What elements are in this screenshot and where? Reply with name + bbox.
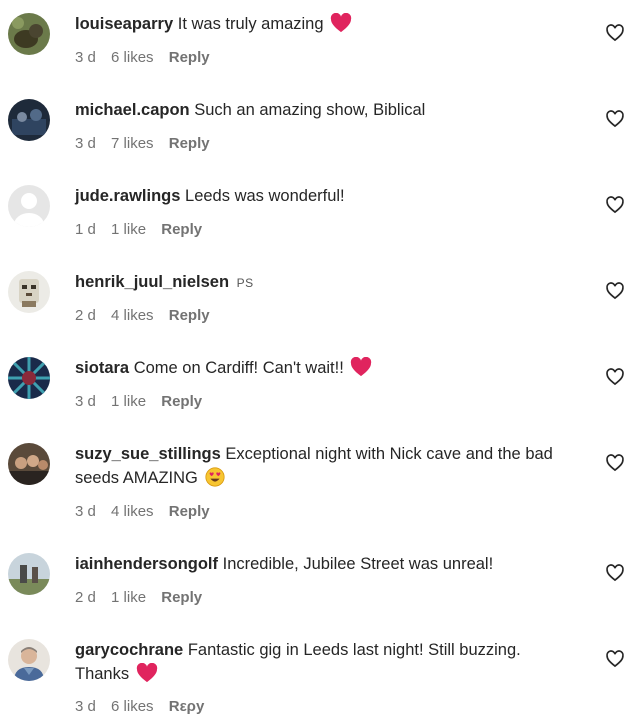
reply-button[interactable]: Reply — [169, 49, 210, 66]
reply-button[interactable]: Reply — [161, 221, 202, 238]
comment-time: 3 d — [75, 393, 96, 410]
comment-username[interactable]: michael.capon — [75, 101, 190, 119]
reply-button[interactable]: Rερy — [169, 698, 205, 715]
comment-meta: 3 d 1 like Reply — [75, 392, 213, 412]
comment-body: suzy_sue_stillings Exceptional night wit… — [75, 442, 575, 490]
comment-meta: 3 d 7 likes Reply — [75, 134, 221, 154]
comment-username[interactable]: siotara — [75, 359, 129, 377]
comment-likes[interactable]: 1 like — [111, 589, 146, 606]
comment-body: garycochrane Fantastic gig in Leeds last… — [75, 638, 575, 686]
red-heart-emoji-icon — [330, 13, 352, 33]
comment-text: It was truly amazing — [177, 15, 324, 33]
comment-body: michael.capon Such an amazing show, Bibl… — [75, 98, 575, 122]
comment-text: PS — [236, 276, 254, 290]
comment-time: 3 d — [75, 698, 96, 715]
comment-username[interactable]: suzy_sue_stillings — [75, 445, 221, 463]
heart-outline-icon[interactable] — [605, 195, 625, 215]
red-heart-emoji-icon — [351, 357, 372, 377]
comment-likes[interactable]: 1 like — [111, 393, 146, 410]
comment-text: Come on Cardiff! Can't wait!! — [133, 359, 344, 377]
heart-outline-icon[interactable] — [605, 23, 625, 43]
heart-outline-icon[interactable] — [605, 281, 625, 301]
comment-likes[interactable]: 6 likes — [111, 49, 154, 66]
reply-button[interactable]: Reply — [169, 135, 210, 152]
heart-outline-icon[interactable] — [605, 563, 625, 583]
comment-body: henrik_juul_nielsen PS — [75, 270, 575, 295]
comment-likes[interactable]: 6 likes — [111, 698, 154, 715]
avatar[interactable] — [8, 99, 50, 141]
comment-time: 3 d — [75, 49, 96, 66]
reply-button[interactable]: Reply — [169, 307, 210, 324]
comment-body: louiseaparry It was truly amazing — [75, 12, 575, 36]
heart-outline-icon[interactable] — [605, 453, 625, 473]
heart-outline-icon[interactable] — [605, 367, 625, 387]
comment-meta: 1 d 1 like Reply — [75, 220, 213, 240]
comment-body: siotara Come on Cardiff! Can't wait!! — [75, 356, 575, 380]
comment-meta: 2 d 4 likes Reply — [75, 306, 221, 326]
comment-meta: 3 d 6 likes Rερy — [75, 697, 215, 717]
comment-time: 2 d — [75, 589, 96, 606]
comment-text: Incredible, Jubilee Street was unreal! — [222, 555, 494, 573]
heart-eyes-emoji-icon — [205, 467, 226, 487]
comment-username[interactable]: garycochrane — [75, 641, 183, 659]
heart-outline-icon[interactable] — [605, 109, 625, 129]
comment-username[interactable]: iainhendersongolf — [75, 555, 218, 573]
red-heart-emoji-icon — [136, 663, 157, 683]
avatar[interactable] — [8, 357, 50, 399]
avatar[interactable] — [8, 271, 50, 313]
comment-time: 3 d — [75, 503, 96, 520]
comment-username[interactable]: henrik_juul_nielsen — [75, 273, 229, 291]
comment-likes[interactable]: 1 like — [111, 221, 146, 238]
comment-text: Such an amazing show, Biblical — [194, 101, 426, 119]
comment-likes[interactable]: 4 likes — [111, 307, 154, 324]
comment-likes[interactable]: 7 likes — [111, 135, 154, 152]
avatar[interactable] — [8, 185, 50, 227]
comment-meta: 2 d 1 like Reply — [75, 588, 213, 608]
reply-button[interactable]: Reply — [161, 393, 202, 410]
comment-username[interactable]: louiseaparry — [75, 15, 173, 33]
avatar[interactable] — [8, 639, 50, 681]
comment-text: Leeds was wonderful! — [185, 187, 345, 205]
heart-outline-icon[interactable] — [605, 649, 625, 669]
comment-body: iainhendersongolf Incredible, Jubilee St… — [75, 552, 575, 576]
comment-time: 3 d — [75, 135, 96, 152]
comment-time: 1 d — [75, 221, 96, 238]
comment-meta: 3 d 6 likes Reply — [75, 48, 221, 68]
comment-likes[interactable]: 4 likes — [111, 503, 154, 520]
avatar[interactable] — [8, 553, 50, 595]
comment-meta: 3 d 4 likes Reply — [75, 502, 221, 522]
reply-button[interactable]: Reply — [169, 503, 210, 520]
avatar[interactable] — [8, 13, 50, 55]
reply-button[interactable]: Reply — [161, 589, 202, 606]
avatar[interactable] — [8, 443, 50, 485]
comment-body: jude.rawlings Leeds was wonderful! — [75, 184, 575, 208]
comment-time: 2 d — [75, 307, 96, 324]
comment-username[interactable]: jude.rawlings — [75, 187, 180, 205]
